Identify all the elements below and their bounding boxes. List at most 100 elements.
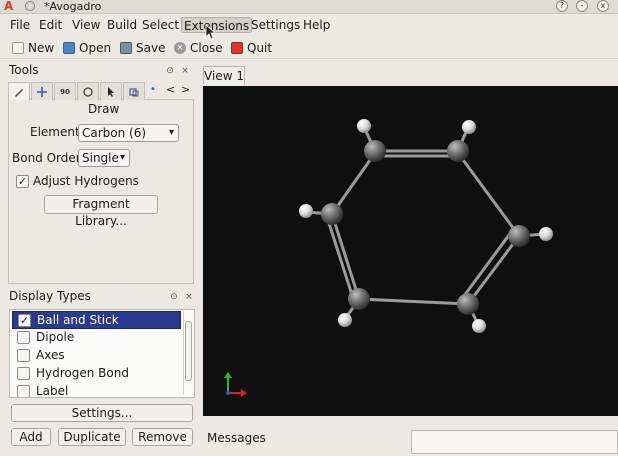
open-folder-icon: [63, 42, 75, 54]
close-window-button[interactable]: x: [597, 0, 609, 12]
tab-view-1[interactable]: View 1: [203, 66, 245, 85]
quit-label: Quit: [247, 41, 273, 55]
save-label: Save: [136, 41, 166, 55]
axes-gizmo-icon: [224, 372, 247, 397]
add-display-button[interactable]: Add: [11, 428, 51, 446]
new-file-icon: [12, 42, 24, 54]
x-axis-arrow: [241, 389, 247, 397]
scrollbar-thumb[interactable]: [185, 321, 192, 381]
list-item-label: Ball and Stick: [37, 313, 119, 327]
tab-auto-rotate[interactable]: [123, 82, 145, 100]
carbon-atom: [447, 140, 469, 162]
draw-settings-panel: Draw Element: Carbon (6) ▾ Bond Order: S…: [8, 100, 194, 284]
pin-icon[interactable]: [25, 1, 35, 11]
z-axis: [226, 391, 230, 395]
tab-navigate[interactable]: [31, 82, 53, 100]
list-item-hydrogen-bond[interactable]: Hydrogen Bond: [12, 365, 181, 383]
select-arrow-icon: [108, 86, 114, 97]
list-item-label: Axes: [36, 348, 65, 362]
close-label: Close: [190, 41, 223, 55]
menu-select[interactable]: Select: [140, 17, 181, 33]
y-axis-arrow: [224, 372, 232, 378]
fragment-library-button[interactable]: Fragment Library...: [44, 195, 158, 228]
list-item-label: Dipole: [36, 330, 75, 344]
list-item-axes[interactable]: Axes: [12, 347, 181, 365]
messages-label: Messages: [207, 431, 266, 445]
bond-centric-icon: 90: [60, 87, 70, 96]
menu-file[interactable]: File: [8, 17, 32, 33]
minimize-window-button[interactable]: -: [576, 0, 588, 12]
element-value: Carbon (6): [82, 126, 147, 140]
save-disk-icon: [120, 42, 132, 54]
tab-draw[interactable]: [8, 82, 30, 100]
bond-order-value: Single: [82, 151, 119, 165]
list-item-ball-and-stick[interactable]: ✓ Ball and Stick: [12, 311, 181, 329]
close-button[interactable]: × Close: [174, 39, 223, 57]
quit-power-icon: [231, 42, 243, 54]
panel-title: Draw: [88, 102, 120, 116]
hydrogen-atom: [299, 204, 313, 218]
bond: [330, 213, 361, 300]
adjust-hydrogens-checkbox[interactable]: ✓: [16, 175, 29, 188]
navigate-cross-icon: [37, 86, 47, 97]
menu-settings[interactable]: Settings: [249, 17, 302, 33]
open-label: Open: [79, 41, 112, 55]
help-window-button[interactable]: ?: [556, 0, 568, 12]
new-button[interactable]: New: [12, 39, 54, 57]
close-circle-icon: ×: [174, 42, 186, 54]
carbon-atom: [508, 225, 530, 247]
bond: [330, 152, 377, 215]
element-label: Element:: [30, 125, 84, 139]
hydrogen-bond-checkbox[interactable]: [17, 367, 30, 380]
tab-manipulate[interactable]: [77, 82, 99, 100]
rotate-icon: [129, 87, 139, 96]
display-list-scrollbar[interactable]: [183, 311, 193, 395]
menu-build[interactable]: Build: [105, 17, 139, 33]
label-checkbox[interactable]: [17, 385, 30, 397]
duplicate-display-button[interactable]: Duplicate: [58, 428, 126, 446]
bond-order-select[interactable]: Single ▾: [78, 149, 130, 167]
chevron-down-icon: ▾: [119, 152, 125, 163]
bond: [358, 297, 469, 306]
remove-display-button[interactable]: Remove: [132, 428, 193, 446]
display-types-float-button[interactable]: ⊙: [169, 292, 179, 302]
axes-checkbox[interactable]: [17, 349, 30, 362]
list-item-label: Hydrogen Bond: [36, 366, 129, 380]
display-types-close-button[interactable]: ×: [184, 292, 194, 302]
menu-edit[interactable]: Edit: [37, 17, 64, 33]
bond: [466, 235, 521, 305]
tools-dock-title: Tools: [9, 63, 39, 77]
list-item-label: Label: [36, 384, 69, 398]
quit-button[interactable]: Quit: [231, 39, 272, 57]
ball-and-stick-checkbox[interactable]: ✓: [18, 314, 31, 327]
molecule-viewport[interactable]: [203, 86, 618, 416]
dipole-checkbox[interactable]: [17, 331, 30, 344]
tabs-scroll-left-button[interactable]: <: [166, 83, 175, 96]
adjust-hydrogens-label: Adjust Hydrogens: [33, 174, 139, 188]
more-tools-icon: •: [150, 84, 156, 95]
menu-help[interactable]: Help: [301, 17, 332, 33]
messages-field[interactable]: [411, 430, 618, 454]
hydrogen-atom: [472, 319, 486, 333]
open-button[interactable]: Open: [63, 39, 111, 57]
messages-bar: Messages: [203, 427, 618, 456]
save-button[interactable]: Save: [120, 39, 165, 57]
list-item-dipole[interactable]: Dipole: [12, 329, 181, 347]
molecule-render: [224, 119, 553, 397]
list-item-label[interactable]: Label: [12, 383, 181, 398]
tab-bond-centric[interactable]: 90: [54, 82, 76, 100]
tools-float-button[interactable]: ⊙: [165, 66, 175, 76]
tab-select[interactable]: [100, 82, 122, 100]
avogadro-logo-icon: A: [4, 0, 14, 13]
window-title: *Avogadro: [44, 0, 102, 13]
bonds: [305, 126, 546, 327]
hydrogen-atom: [338, 313, 352, 327]
element-select[interactable]: Carbon (6) ▾: [78, 124, 179, 142]
tools-close-button[interactable]: ×: [180, 66, 190, 76]
menu-view[interactable]: View: [70, 17, 102, 33]
tabs-scroll-right-button[interactable]: >: [181, 83, 190, 96]
pencil-icon: [15, 88, 23, 97]
title-bar: A *Avogadro ? - x: [0, 0, 618, 14]
bond: [456, 152, 521, 237]
display-settings-button[interactable]: Settings...: [11, 404, 193, 422]
